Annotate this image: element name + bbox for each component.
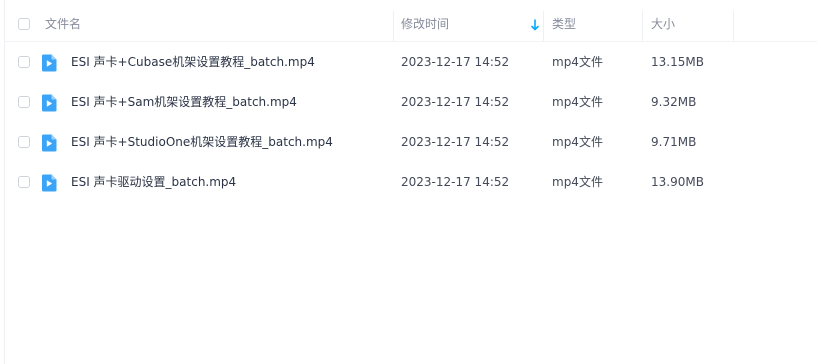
- column-header-modified[interactable]: 修改时间: [401, 7, 521, 41]
- video-file-icon: [42, 174, 57, 192]
- column-divider[interactable]: [733, 11, 734, 41]
- column-divider[interactable]: [642, 11, 643, 41]
- file-name[interactable]: ESI 声卡+Sam机架设置教程_batch.mp4: [71, 82, 297, 122]
- file-size: 9.71MB: [651, 135, 697, 149]
- row-checkbox[interactable]: [18, 176, 30, 188]
- file-name[interactable]: ESI 声卡+Cubase机架设置教程_batch.mp4: [71, 42, 315, 82]
- file-row[interactable]: ESI 声卡+Sam机架设置教程_batch.mp4 2023-12-17 14…: [5, 82, 817, 122]
- file-name[interactable]: ESI 声卡驱动设置_batch.mp4: [71, 162, 236, 202]
- column-divider[interactable]: [393, 11, 394, 41]
- file-size: 9.32MB: [651, 95, 697, 109]
- video-file-icon: [42, 54, 57, 72]
- sort-descending-icon[interactable]: [530, 19, 540, 31]
- column-divider[interactable]: [543, 11, 544, 41]
- video-file-icon: [42, 94, 57, 112]
- file-type: mp4文件: [552, 55, 603, 69]
- video-file-icon: [42, 134, 57, 152]
- file-type: mp4文件: [552, 135, 603, 149]
- file-modified-time: 2023-12-17 14:52: [401, 95, 510, 109]
- file-row[interactable]: ESI 声卡驱动设置_batch.mp4 2023-12-17 14:52 mp…: [5, 162, 817, 202]
- file-size: 13.90MB: [651, 175, 704, 189]
- column-header-name[interactable]: 文件名: [45, 7, 385, 41]
- file-modified-time: 2023-12-17 14:52: [401, 55, 510, 69]
- file-name[interactable]: ESI 声卡+StudioOne机架设置教程_batch.mp4: [71, 122, 333, 162]
- column-header-type[interactable]: 类型: [552, 7, 632, 41]
- row-checkbox[interactable]: [18, 56, 30, 68]
- file-list-header: 文件名 修改时间 类型 大小: [5, 7, 817, 42]
- row-checkbox[interactable]: [18, 136, 30, 148]
- file-modified-time: 2023-12-17 14:52: [401, 175, 510, 189]
- file-row[interactable]: ESI 声卡+Cubase机架设置教程_batch.mp4 2023-12-17…: [5, 42, 817, 82]
- select-all-checkbox[interactable]: [18, 18, 30, 30]
- file-modified-time: 2023-12-17 14:52: [401, 135, 510, 149]
- row-checkbox[interactable]: [18, 96, 30, 108]
- file-type: mp4文件: [552, 175, 603, 189]
- column-header-size[interactable]: 大小: [651, 7, 721, 41]
- file-list-panel: 文件名 修改时间 类型 大小 ESI 声卡+Cubase机架设置教程_batch…: [4, 0, 817, 364]
- file-row[interactable]: ESI 声卡+StudioOne机架设置教程_batch.mp4 2023-12…: [5, 122, 817, 162]
- file-size: 13.15MB: [651, 55, 704, 69]
- file-type: mp4文件: [552, 95, 603, 109]
